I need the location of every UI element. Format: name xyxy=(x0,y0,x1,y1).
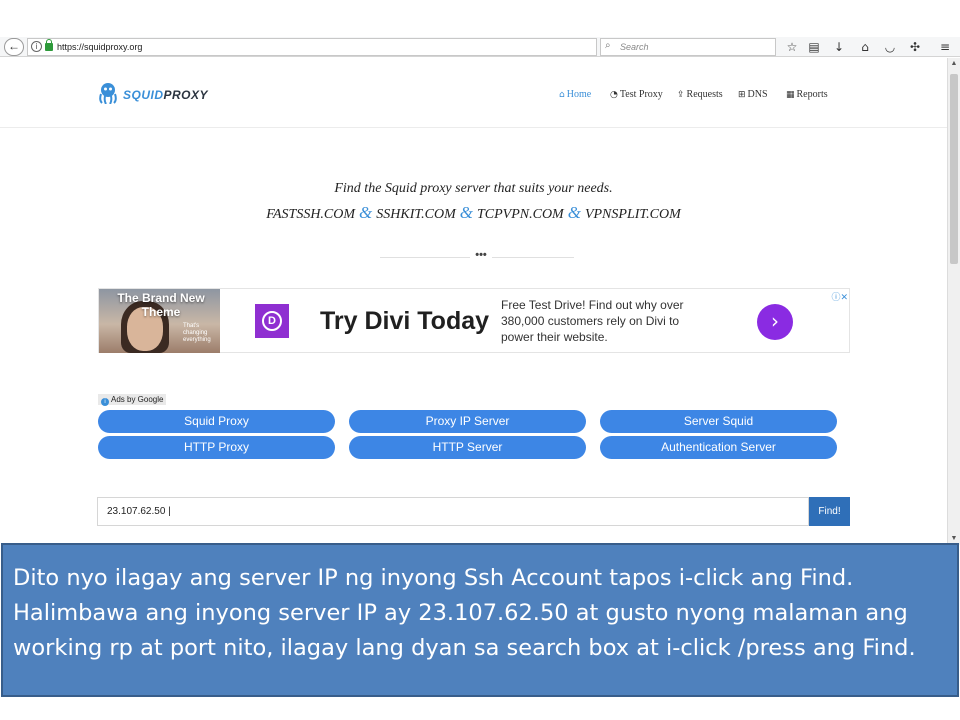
home-icon: ⌂ xyxy=(559,90,565,100)
caption-line: working rp at port nito, ilagay lang dya… xyxy=(13,635,916,661)
rss-icon: ◔ xyxy=(610,90,618,100)
link-button-http-proxy[interactable]: HTTP Proxy xyxy=(98,436,335,459)
squid-logo-icon xyxy=(99,83,117,104)
sitemap-icon: ⊞ xyxy=(738,90,746,100)
nav-dns-label: DNS xyxy=(747,89,768,100)
home-icon[interactable]: ⌂ xyxy=(856,38,874,56)
site-fastssh[interactable]: FASTSSH.COM xyxy=(266,207,355,222)
report-icon: ▦ xyxy=(786,90,795,100)
divider-line xyxy=(380,257,470,258)
search-icon: ⌕ xyxy=(605,40,611,51)
link-button-squid-proxy[interactable]: Squid Proxy xyxy=(98,410,335,433)
amp-separator: & xyxy=(459,203,473,222)
chevron-right-icon[interactable]: › xyxy=(757,304,793,340)
ip-search-input[interactable]: 23.107.62.50 | xyxy=(97,497,809,526)
ad-choices-icon[interactable]: ⓘ✕ xyxy=(831,290,848,303)
site-tcpvpn[interactable]: TCPVPN.COM xyxy=(477,207,564,222)
ad-photo-subtitle: That's changing everything xyxy=(183,323,211,343)
nav-test-proxy[interactable]: ◔ Test Proxy xyxy=(610,89,663,100)
nav-test-proxy-label: Test Proxy xyxy=(619,89,663,100)
logo-text-a: SQUID xyxy=(123,88,164,102)
scroll-up-icon[interactable]: ▲ xyxy=(948,58,960,70)
extension-icon[interactable]: ✣ xyxy=(906,38,924,56)
lock-icon xyxy=(45,39,53,51)
caption-line: Dito nyo ilagay ang server IP ng inyong … xyxy=(13,565,854,591)
divi-logo-letter: D xyxy=(262,311,282,331)
browser-search-input[interactable]: ⌕ Search xyxy=(600,38,776,56)
reading-list-icon[interactable]: ▤ xyxy=(805,38,823,56)
divi-logo-icon: D xyxy=(255,304,289,338)
divider-dots: ••• xyxy=(475,249,487,261)
page-scrollbar[interactable]: ▲ ▼ xyxy=(947,58,960,545)
caption-line: Halimbawa ang inyong server IP ay 23.107… xyxy=(13,600,908,626)
link-button-proxy-ip-server[interactable]: Proxy IP Server xyxy=(349,410,586,433)
slide: ← i https://squidproxy.org ↻ ⌕ Search ☆ … xyxy=(0,0,960,720)
amp-separator: & xyxy=(567,203,581,222)
nav-home[interactable]: ⌂ Home xyxy=(559,89,591,100)
nav-reports[interactable]: ▦ Reports xyxy=(786,89,828,100)
link-button-server-squid[interactable]: Server Squid xyxy=(600,410,837,433)
find-button[interactable]: Find! xyxy=(809,497,850,526)
scroll-thumb[interactable] xyxy=(950,74,958,264)
ad-headline[interactable]: Try Divi Today xyxy=(320,307,489,336)
ads-by-google[interactable]: i Ads by Google xyxy=(98,394,167,406)
pocket-icon[interactable]: ◡ xyxy=(881,38,899,56)
browser-window: ← i https://squidproxy.org ↻ ⌕ Search ☆ … xyxy=(0,37,960,545)
site-header: SQUIDPROXY ⌂ Home ◔ Test Proxy ⇪ Requests ⊞… xyxy=(0,58,947,128)
link-button-http-server[interactable]: HTTP Server xyxy=(349,436,586,459)
ads-by-label: Ads by Google xyxy=(111,395,164,404)
nav-requests-label: Requests xyxy=(686,89,723,100)
link-button-authentication-server[interactable]: Authentication Server xyxy=(600,436,837,459)
site-sshkit[interactable]: SSHKIT.COM xyxy=(376,207,455,222)
info-icon: i xyxy=(101,398,109,406)
url-text[interactable]: https://squidproxy.org xyxy=(57,42,142,52)
browser-toolbar: ← i https://squidproxy.org ↻ ⌕ Search ☆ … xyxy=(0,37,960,57)
search-placeholder: Search xyxy=(620,42,649,52)
info-icon[interactable]: i xyxy=(31,41,42,52)
partner-sites: FASTSSH.COM & SSHKIT.COM & TCPVPN.COM & VPNSPL… xyxy=(0,203,947,223)
nav-requests[interactable]: ⇪ Requests xyxy=(677,89,723,100)
ad-banner[interactable]: The Brand New Theme That's changing ever… xyxy=(98,288,850,353)
divider-line xyxy=(492,257,574,258)
share-icon: ⇪ xyxy=(677,90,685,100)
logo-text: SQUIDPROXY xyxy=(123,88,208,102)
page-viewport: SQUIDPROXY ⌂ Home ◔ Test Proxy ⇪ Requests ⊞… xyxy=(0,58,947,545)
back-arrow-icon[interactable]: ← xyxy=(4,38,24,56)
ad-photo: The Brand New Theme That's changing ever… xyxy=(99,289,220,353)
amp-separator: & xyxy=(359,203,373,222)
ad-copy: Free Test Drive! Find out why over 380,0… xyxy=(501,298,684,344)
url-bar[interactable]: i https://squidproxy.org ↻ xyxy=(27,38,618,56)
site-vpnsplit[interactable]: VPNSPLIT.COM xyxy=(585,207,681,222)
tagline: Find the Squid proxy server that suits y… xyxy=(334,181,613,196)
ad-photo-title: The Brand New Theme xyxy=(117,291,205,319)
nav-dns[interactable]: ⊞ DNS xyxy=(738,89,768,100)
instruction-caption: Dito nyo ilagay ang server IP ng inyong … xyxy=(1,543,959,697)
star-icon[interactable]: ☆ xyxy=(783,38,801,56)
logo-text-b: PROXY xyxy=(163,88,209,102)
menu-icon[interactable]: ≡ xyxy=(936,38,954,56)
nav-home-label: Home xyxy=(566,89,592,100)
nav-reports-label: Reports xyxy=(796,89,828,100)
download-icon[interactable]: ↓ xyxy=(830,38,848,56)
